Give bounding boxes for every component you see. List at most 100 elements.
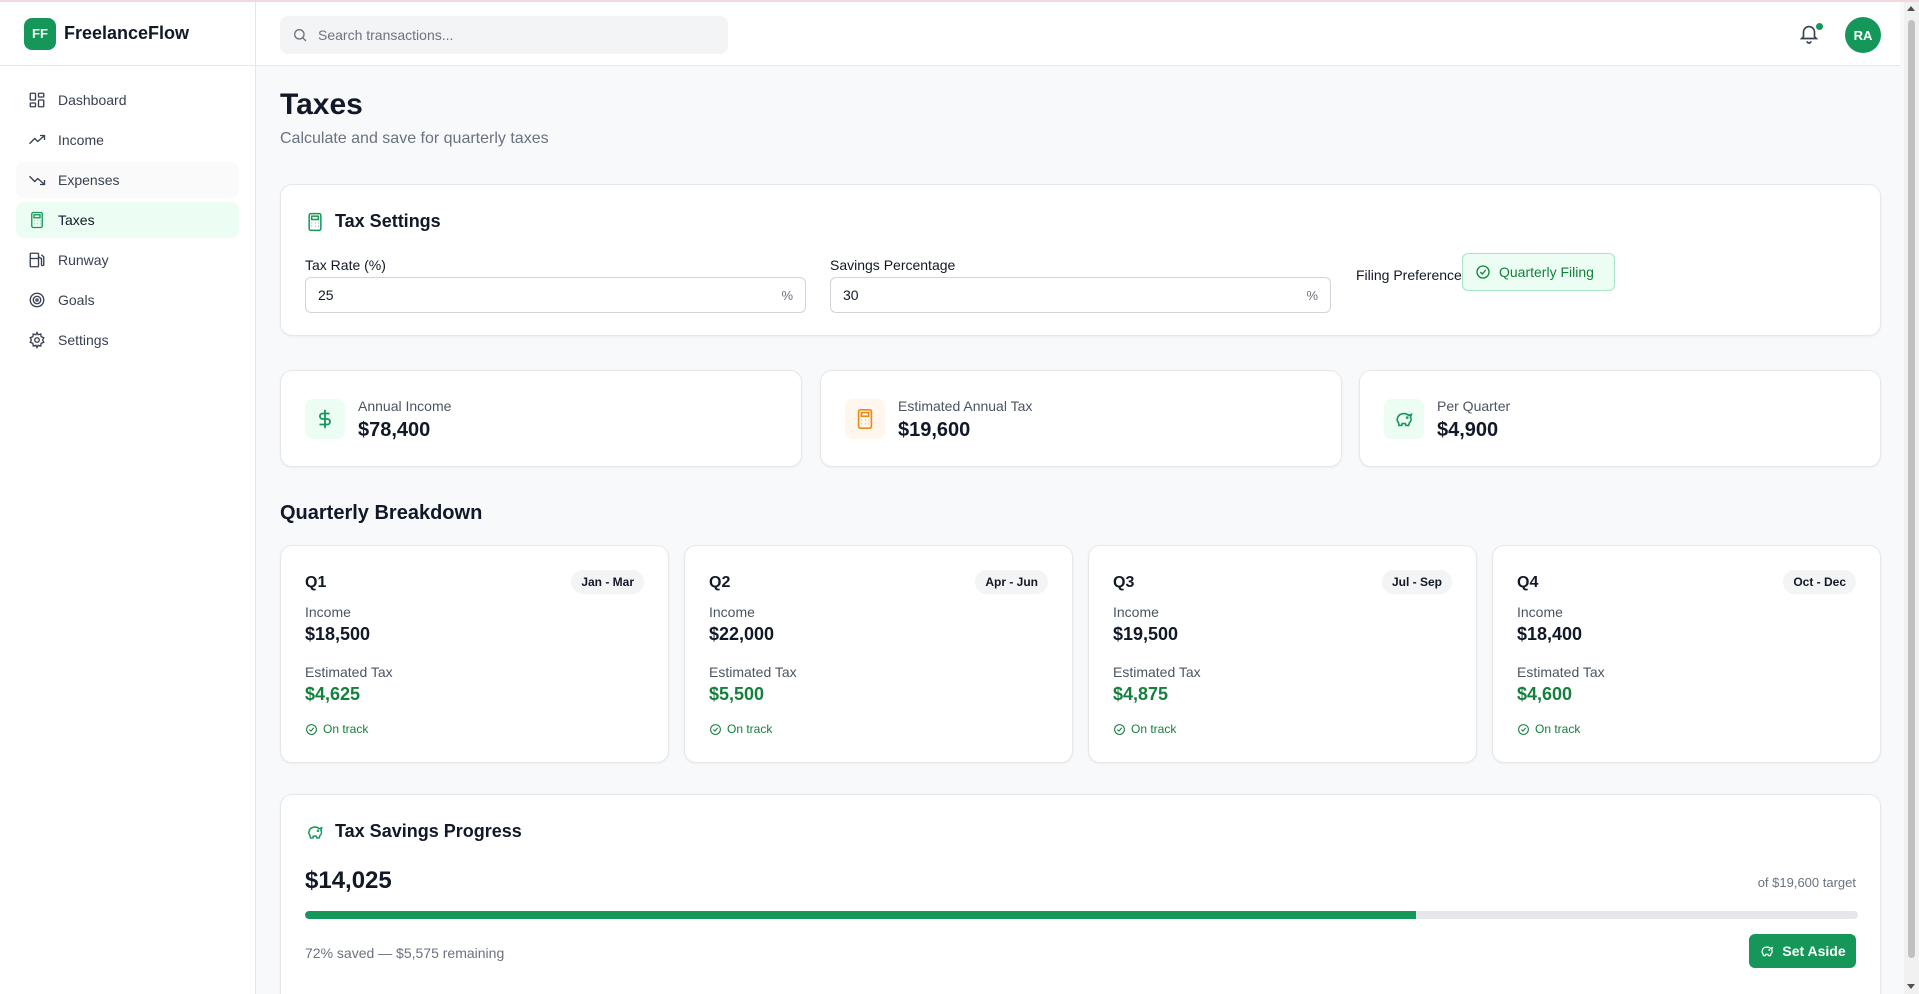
status-text: On track (323, 722, 369, 736)
search-icon (294, 29, 307, 42)
savings-percentage-value[interactable]: 30 (843, 287, 859, 303)
quarter-tax: $4,600 (1517, 684, 1573, 704)
brand-logo: FF (24, 17, 56, 50)
income-label: Income (305, 604, 351, 620)
sidebar-item-settings[interactable]: Settings (16, 322, 239, 358)
piggy-bank-icon (308, 825, 323, 839)
status-badge: On track (305, 722, 368, 736)
per-quarter-card: Per Quarter $4,900 (1359, 370, 1881, 467)
notification-dot (1816, 23, 1823, 30)
quarter-name: Q4 (1517, 574, 1539, 591)
quarter-range-badge: Oct - Dec (1783, 570, 1856, 594)
check-circle-icon (306, 723, 317, 735)
estimated-annual-tax-card: Estimated Annual Tax $19,600 (820, 370, 1342, 467)
sidebar-item-dashboard[interactable]: Dashboard (16, 82, 239, 118)
sidebar-nav: Dashboard Income Expenses Taxes Runway G… (0, 66, 255, 358)
sidebar-item-expenses[interactable]: Expenses (16, 162, 239, 198)
income-label: Income (709, 604, 755, 620)
tax-rate-field[interactable]: 25 % (305, 277, 806, 313)
quarter-tax: $4,875 (1113, 684, 1169, 704)
sidebar-item-label: Taxes (58, 212, 95, 228)
quarter-range-badge: Apr - Jun (975, 570, 1048, 594)
sidebar-item-label: Expenses (58, 172, 120, 188)
quarter-income: $18,500 (305, 624, 371, 644)
gear-icon (29, 331, 45, 349)
stat-icon-box (305, 399, 345, 439)
savings-percentage-label: Savings Percentage (830, 257, 956, 273)
scroll-down-arrow[interactable] (1907, 984, 1915, 989)
sidebar-item-taxes[interactable]: Taxes (16, 202, 239, 238)
status-text: On track (1535, 722, 1581, 736)
stat-label: Annual Income (358, 398, 452, 414)
avatar[interactable]: RA (1845, 17, 1881, 53)
percent-suffix: % (1306, 288, 1318, 303)
top-header: RA (256, 2, 1900, 66)
quarter-name: Q3 (1113, 574, 1135, 591)
stat-value: $4,900 (1437, 419, 1499, 441)
savings-progress-fill (305, 911, 1417, 919)
sidebar: FF FreelanceFlow Dashboard Income Expens… (0, 2, 256, 994)
saved-amount: $14,025 (305, 867, 392, 894)
trending-down-icon (29, 175, 46, 186)
quarter-card-q3: Q3 Jul - Sep Income $19,500 Estimated Ta… (1088, 545, 1477, 763)
estimated-tax-label: Estimated Tax (1517, 664, 1605, 680)
estimated-tax-label: Estimated Tax (709, 664, 797, 680)
estimated-tax-label: Estimated Tax (305, 664, 393, 680)
tax-savings-title-text: Tax Savings Progress (335, 821, 522, 841)
tax-rate-value[interactable]: 25 (318, 287, 334, 303)
quarterly-breakdown-title: Quarterly Breakdown (280, 502, 483, 524)
set-aside-label: Set Aside (1782, 943, 1846, 959)
stat-icon-box (1384, 399, 1424, 439)
quarter-range-badge: Jan - Mar (571, 570, 644, 594)
target-icon (29, 292, 45, 308)
dashboard-icon (29, 92, 45, 108)
sidebar-item-label: Dashboard (58, 92, 127, 108)
quarter-income: $22,000 (709, 624, 775, 644)
sidebar-item-goals[interactable]: Goals (16, 282, 239, 318)
quarter-tax: $5,500 (709, 684, 765, 704)
fuel-icon (29, 252, 45, 268)
status-badge: On track (1517, 722, 1580, 736)
annual-income-card: Annual Income $78,400 (280, 370, 802, 467)
tax-settings-card: Tax Settings Tax Rate (%) 25 % Savings P… (280, 184, 1881, 336)
sidebar-item-label: Settings (58, 332, 109, 348)
check-circle-icon (1476, 265, 1490, 279)
quarter-card-q1: Q1 Jan - Mar Income $18,500 Estimated Ta… (280, 545, 669, 763)
percent-suffix: % (781, 288, 793, 303)
piggy-bank-icon (1761, 946, 1774, 957)
scroll-up-arrow[interactable] (1907, 6, 1915, 11)
tax-settings-title: Tax Settings (305, 211, 441, 232)
sidebar-item-runway[interactable]: Runway (16, 242, 239, 278)
page-title: Taxes (280, 88, 363, 121)
quarter-range-badge: Jul - Sep (1381, 570, 1452, 594)
savings-progress-bar (305, 911, 1858, 919)
savings-note: 72% saved — $5,575 remaining (305, 945, 505, 961)
tax-rate-label: Tax Rate (%) (305, 257, 386, 273)
piggy-bank-icon (1396, 412, 1413, 427)
search-bar[interactable] (280, 16, 728, 54)
quarter-tax: $4,625 (305, 684, 361, 704)
scrollbar[interactable] (1904, 2, 1919, 994)
stat-label: Estimated Annual Tax (898, 398, 1033, 414)
search-input[interactable] (318, 27, 718, 43)
status-badge: On track (1113, 722, 1176, 736)
quarterly-filing-toggle[interactable]: Quarterly Filing (1462, 253, 1615, 291)
trending-up-icon (29, 134, 46, 145)
stat-value: $78,400 (358, 419, 431, 441)
income-label: Income (1517, 604, 1563, 620)
scrollbar-thumb[interactable] (1908, 20, 1915, 958)
sidebar-item-income[interactable]: Income (16, 122, 239, 158)
stat-icon-box (845, 399, 885, 439)
brand[interactable]: FF FreelanceFlow (0, 2, 255, 66)
savings-percentage-field[interactable]: 30 % (830, 277, 1331, 313)
stat-label: Per Quarter (1437, 398, 1511, 414)
quarter-income: $18,400 (1517, 624, 1583, 644)
filing-preference-label: Filing Preference (1356, 267, 1462, 283)
set-aside-button[interactable]: Set Aside (1749, 934, 1856, 968)
sidebar-item-label: Runway (58, 252, 109, 268)
filing-value: Quarterly Filing (1499, 264, 1594, 280)
savings-target: of $19,600 target (1757, 875, 1856, 890)
status-badge: On track (709, 722, 772, 736)
quarter-name: Q1 (305, 574, 327, 591)
brand-name: FreelanceFlow (64, 23, 190, 43)
